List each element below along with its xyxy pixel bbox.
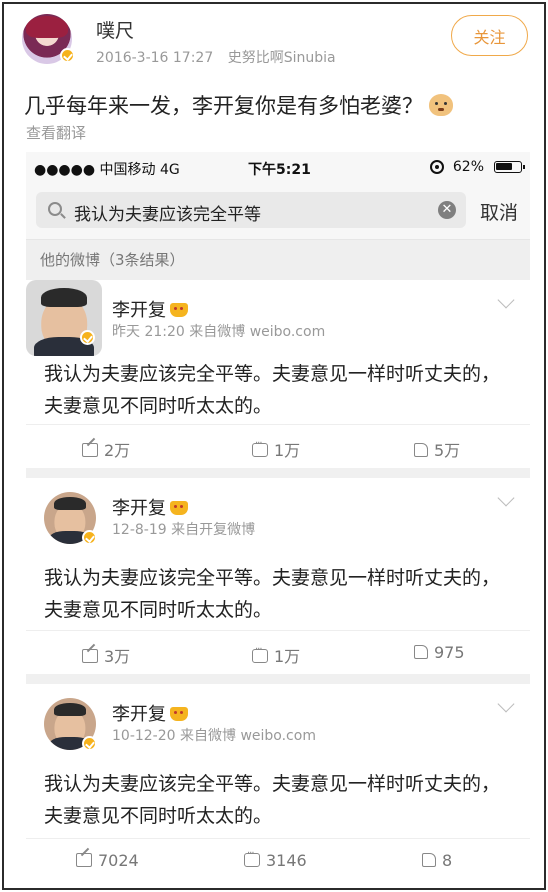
search-input[interactable]: 我认为夫妻应该完全平等 ✕: [36, 192, 466, 228]
thumbs-up-icon: [422, 853, 436, 867]
avatar-hair: [54, 703, 86, 717]
list-item[interactable]: 李开复 昨天 21:20 来自微博 weibo.com 我认为夫妻应该完全平等。…: [26, 280, 530, 468]
chevron-down-icon[interactable]: [497, 489, 515, 507]
verified-badge-icon: [82, 530, 97, 545]
repost-icon: [82, 649, 98, 663]
list-item[interactable]: 李开复 12-8-19 来自开复微博 我认为夫妻应该完全平等。夫妻意见一样时听丈…: [26, 478, 530, 674]
divider: [26, 468, 530, 478]
post-text: 几乎每年来一发，李开复你是有多怕老婆？: [24, 90, 453, 120]
clear-icon[interactable]: ✕: [438, 201, 456, 219]
repost-button[interactable]: 2万: [82, 437, 130, 461]
action-bar: 3万 1万 975: [26, 630, 530, 674]
comment-count: 3146: [266, 851, 307, 870]
embedded-phone-screenshot: ●●●●● 中国移动 4G 下午5:21 62% 我认为夫妻应该完全平等 ✕ 取…: [26, 152, 530, 888]
like-button[interactable]: 8: [422, 851, 452, 870]
divider: [26, 674, 530, 684]
chevron-down-icon[interactable]: [497, 291, 515, 309]
post-body: 我认为夫妻应该完全平等。夫妻意见一样时听丈夫的，夫妻意见不同时听太太的。: [44, 567, 501, 621]
verified-badge-icon: [82, 736, 97, 751]
thumbs-up-icon: [414, 443, 428, 457]
comment-icon: [252, 644, 268, 663]
post-meta: 昨天 21:20 来自微博 weibo.com: [112, 324, 326, 340]
comment-count: 1万: [274, 441, 301, 460]
status-time: 下午5:21: [248, 162, 311, 178]
like-button[interactable]: 975: [414, 643, 465, 662]
avatar-hair: [26, 16, 68, 38]
action-bar: 7024 3146 8: [26, 838, 530, 882]
search-query[interactable]: 我认为夫妻应该完全平等: [74, 200, 261, 225]
crown-icon: [170, 501, 188, 515]
post-timestamp: 2016-3-16 17:27: [96, 50, 214, 66]
carrier-signal: ●●●●● 中国移动 4G: [34, 162, 180, 178]
battery-icon: [494, 161, 525, 173]
comment-icon: [244, 848, 260, 867]
orientation-lock-icon: [430, 160, 444, 174]
action-bar: 2万 1万 5万: [26, 424, 530, 468]
chevron-down-icon[interactable]: [497, 695, 515, 713]
outer-post-header: 噗尺 2016-3-16 17:27 史努比啊Sinubia 关注: [4, 4, 544, 66]
repost-count: 2万: [104, 441, 131, 460]
verified-badge-icon: [80, 330, 95, 345]
like-count: 975: [434, 643, 465, 662]
list-item[interactable]: 李开复 10-12-20 来自微博 weibo.com 我认为夫妻应该完全平等。…: [26, 684, 530, 888]
author-name[interactable]: 李开复: [112, 700, 188, 726]
doge-emoji-icon: [429, 94, 453, 116]
post-body: 我认为夫妻应该完全平等。夫妻意见一样时听丈夫的，夫妻意见不同时听太太的。: [44, 773, 501, 827]
comment-count: 1万: [274, 647, 301, 666]
avatar[interactable]: [26, 280, 102, 356]
author-name-text: 李开复: [112, 498, 166, 519]
cancel-button[interactable]: 取消: [480, 198, 518, 225]
crown-icon: [170, 707, 188, 721]
post-source: 史努比啊Sinubia: [227, 50, 336, 66]
follow-button[interactable]: 关注: [451, 15, 528, 56]
username[interactable]: 噗尺: [96, 16, 134, 43]
repost-count: 3万: [104, 647, 131, 666]
results-label: 他的微博（3条结果）: [26, 240, 530, 280]
comment-button[interactable]: 1万: [252, 437, 300, 461]
status-bar: ●●●●● 中国移动 4G 下午5:21 62%: [26, 152, 530, 182]
author-name[interactable]: 李开复: [112, 296, 188, 322]
comment-button[interactable]: 3146: [244, 848, 307, 870]
avatar-hair: [41, 287, 87, 307]
repost-button[interactable]: 3万: [82, 643, 130, 667]
crown-icon: [170, 303, 188, 317]
post-meta: 2016-3-16 17:27 史努比啊Sinubia: [96, 47, 336, 67]
like-button[interactable]: 5万: [414, 437, 460, 461]
post-body: 我认为夫妻应该完全平等。夫妻意见一样时听丈夫的，夫妻意见不同时听太太的。: [44, 363, 501, 417]
search-bar: 我认为夫妻应该完全平等 ✕ 取消: [26, 182, 530, 240]
like-count: 8: [442, 851, 453, 870]
avatar-hair: [54, 497, 86, 511]
post-text-content: 几乎每年来一发，李开复你是有多怕老婆？: [24, 94, 423, 118]
verified-badge-icon: [60, 48, 75, 63]
author-name-text: 李开复: [112, 704, 166, 725]
repost-icon: [76, 853, 92, 867]
thumbs-up-icon: [414, 645, 428, 659]
post-meta: 12-8-19 来自开复微博: [112, 522, 256, 538]
author-name-text: 李开复: [112, 300, 166, 321]
translate-link[interactable]: 查看翻译: [26, 122, 86, 143]
repost-button[interactable]: 7024: [76, 851, 139, 870]
screenshot-frame: 噗尺 2016-3-16 17:27 史努比啊Sinubia 关注 几乎每年来一…: [2, 2, 546, 890]
like-count: 5万: [434, 441, 461, 460]
search-icon: [48, 202, 62, 216]
repost-count: 7024: [98, 851, 139, 870]
comment-icon: [252, 438, 268, 457]
comment-button[interactable]: 1万: [252, 643, 300, 667]
post-meta: 10-12-20 来自微博 weibo.com: [112, 728, 316, 744]
author-name[interactable]: 李开复: [112, 494, 188, 520]
repost-icon: [82, 443, 98, 457]
battery-percent: 62%: [452, 159, 484, 175]
